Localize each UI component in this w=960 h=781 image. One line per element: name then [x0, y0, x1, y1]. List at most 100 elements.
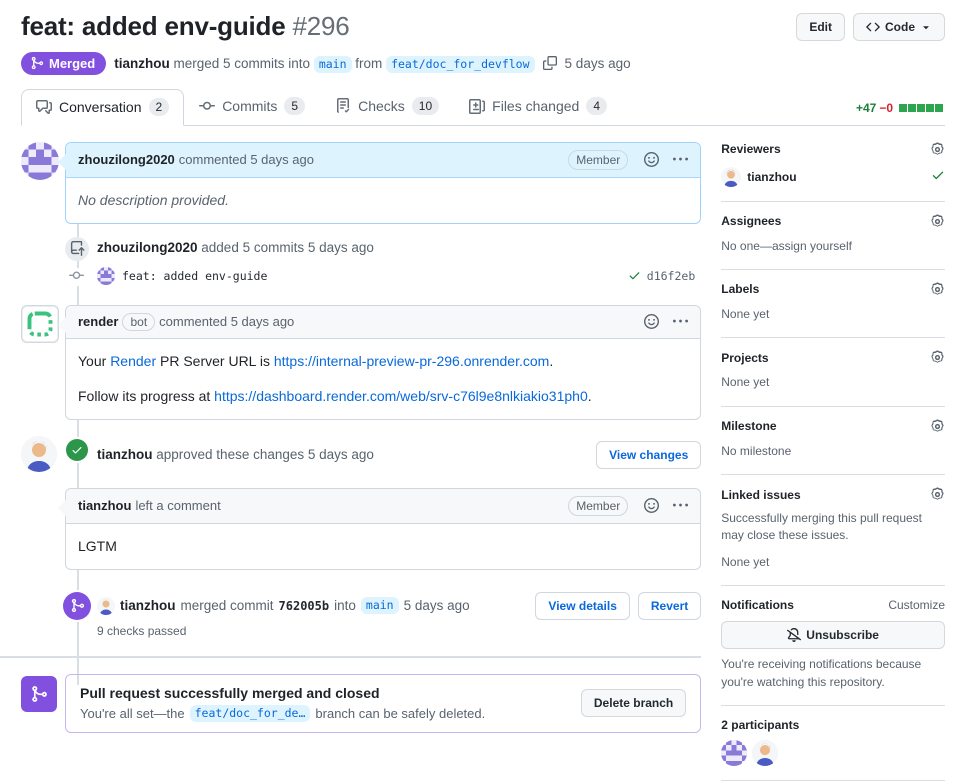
reviewer-row: tianzhou — [721, 167, 945, 187]
kebab-menu-icon[interactable] — [673, 314, 688, 329]
merged-banner-title: Pull request successfully merged and clo… — [80, 685, 485, 701]
merged-time: 5 days ago — [565, 56, 631, 71]
assignees-empty-text[interactable]: No one—assign yourself — [721, 238, 945, 255]
projects-gear-icon[interactable] — [930, 350, 945, 365]
labels-title: Labels — [721, 282, 759, 296]
event-author-link[interactable]: zhouzilong2020 — [97, 240, 198, 255]
conversation-timeline: zhouzilong2020 commented 5 days ago Memb… — [21, 142, 701, 781]
notifications-section: Notifications Customize Unsubscribe You'… — [721, 586, 945, 706]
git-commit-icon — [69, 268, 84, 286]
preview-url-link[interactable]: https://internal-preview-pr-296.onrender… — [274, 353, 549, 369]
kebab-menu-icon[interactable] — [673, 498, 688, 513]
kebab-menu-icon[interactable] — [673, 152, 688, 167]
diff-additions: +47 — [856, 101, 876, 115]
tab-conversation[interactable]: Conversation 2 — [21, 89, 184, 126]
reviewer-name-link[interactable]: tianzhou — [747, 170, 796, 184]
pr-page: feat: added env-guide #296 Edit Code Mer… — [0, 0, 960, 781]
linked-issues-empty-text: None yet — [721, 554, 945, 571]
reaction-smiley-icon[interactable] — [644, 314, 659, 329]
avatar-tianzhou[interactable] — [21, 436, 57, 472]
milestone-gear-icon[interactable] — [930, 419, 945, 434]
merger-link[interactable]: tianzhou — [120, 598, 176, 613]
participant-avatar-zhouzilong2020[interactable] — [721, 740, 747, 766]
checks-count: 10 — [412, 97, 439, 115]
merged-sha[interactable]: 762005b — [279, 599, 330, 613]
comment-author-link[interactable]: render — [78, 314, 118, 329]
bot-badge: bot — [122, 313, 155, 331]
pr-tabbar: Conversation 2 Commits 5 Checks 10 Files… — [21, 88, 945, 126]
comment-discussion-icon — [36, 99, 52, 115]
render-bot-comment: render bot commented 5 days ago Your Ren… — [21, 305, 701, 420]
approved-check-icon — [66, 439, 88, 461]
merged-banner-text: Pull request successfully merged and clo… — [80, 685, 485, 722]
reaction-smiley-icon[interactable] — [644, 498, 659, 513]
reviewers-gear-icon[interactable] — [930, 142, 945, 157]
revert-button[interactable]: Revert — [638, 592, 701, 620]
projects-empty-text: None yet — [721, 374, 945, 391]
checks-passed-text: 9 checks passed — [97, 624, 701, 638]
comment-author-link[interactable]: zhouzilong2020 — [78, 152, 175, 167]
tab-commits[interactable]: Commits 5 — [184, 88, 320, 125]
assignees-section: Assignees No one—assign yourself — [721, 202, 945, 270]
dashboard-url-link[interactable]: https://dashboard.render.com/web/srv-c76… — [214, 388, 588, 404]
commit-author-avatar[interactable] — [97, 267, 115, 285]
approved-check-icon — [931, 168, 945, 185]
merge-author-link[interactable]: tianzhou — [114, 56, 170, 71]
code-button[interactable]: Code — [853, 13, 945, 41]
commit-message-link[interactable]: feat: added env-guide — [122, 269, 267, 283]
commits-count: 5 — [284, 97, 305, 115]
reviewer-avatar[interactable] — [721, 167, 741, 187]
unsubscribe-button[interactable]: Unsubscribe — [721, 621, 945, 649]
tab-files-changed[interactable]: Files changed 4 — [454, 88, 622, 125]
head-branch-label[interactable]: feat/doc_for_devflow — [386, 56, 534, 73]
comment-meta: commented 5 days ago — [159, 314, 294, 329]
pr-title-text: feat: added env-guide — [21, 11, 286, 41]
content: zhouzilong2020 commented 5 days ago Memb… — [21, 142, 945, 781]
merge-summary: tianzhou merged 5 commits into main from… — [114, 56, 534, 71]
comment-header: render bot commented 5 days ago — [66, 306, 700, 339]
linked-issues-gear-icon[interactable] — [930, 487, 945, 502]
customize-link[interactable]: Customize — [888, 598, 945, 612]
copy-branch-icon[interactable] — [543, 56, 557, 70]
view-changes-button[interactable]: View changes — [596, 441, 701, 469]
milestone-section: Milestone No milestone — [721, 407, 945, 475]
view-details-button[interactable]: View details — [535, 592, 629, 620]
tab-checks[interactable]: Checks 10 — [320, 88, 454, 125]
linked-issues-title: Linked issues — [721, 488, 800, 502]
merged-state-badge: Merged — [21, 52, 106, 75]
page-title: feat: added env-guide #296 — [21, 10, 350, 43]
target-branch-label[interactable]: main — [361, 597, 399, 614]
conversation-count: 2 — [149, 98, 170, 116]
comment-author-link[interactable]: tianzhou — [78, 498, 131, 513]
labels-empty-text: None yet — [721, 306, 945, 323]
assignees-title: Assignees — [721, 214, 781, 228]
avatar-zhouzilong2020[interactable] — [21, 142, 59, 180]
member-badge: Member — [568, 150, 628, 170]
commit-sha-link[interactable]: d16f2eb — [647, 269, 695, 283]
linked-issues-section: Linked issues Successfully merging this … — [721, 475, 945, 586]
git-merge-icon — [30, 56, 44, 70]
projects-title: Projects — [721, 351, 768, 365]
git-merge-icon — [21, 676, 57, 712]
avatar-render-bot[interactable] — [21, 305, 59, 343]
reviewers-section: Reviewers tianzhou — [721, 142, 945, 202]
base-branch-label[interactable]: main — [314, 56, 352, 73]
commits-added-event: zhouzilong2020 added 5 commits 5 days ag… — [21, 240, 701, 255]
assignees-gear-icon[interactable] — [930, 214, 945, 229]
delete-branch-button[interactable]: Delete branch — [581, 689, 686, 717]
file-diff-icon — [469, 98, 485, 114]
description-comment: zhouzilong2020 commented 5 days ago Memb… — [21, 142, 701, 224]
edit-button[interactable]: Edit — [796, 13, 845, 41]
render-home-link[interactable]: Render — [110, 353, 156, 369]
pr-status-row: Merged tianzhou merged 5 commits into ma… — [21, 52, 945, 75]
merger-avatar[interactable] — [97, 597, 115, 615]
pr-number: #296 — [293, 11, 350, 41]
comment-body: LGTM — [66, 524, 700, 569]
deleted-branch-label[interactable]: feat/doc_for_de… — [190, 705, 311, 722]
comment-body: Your Render PR Server URL is https://int… — [66, 339, 700, 419]
reaction-smiley-icon[interactable] — [644, 152, 659, 167]
approver-link[interactable]: tianzhou — [97, 447, 153, 462]
labels-gear-icon[interactable] — [930, 282, 945, 297]
participant-avatar-tianzhou[interactable] — [752, 740, 778, 766]
commit-row: feat: added env-guide d16f2eb — [21, 267, 701, 285]
